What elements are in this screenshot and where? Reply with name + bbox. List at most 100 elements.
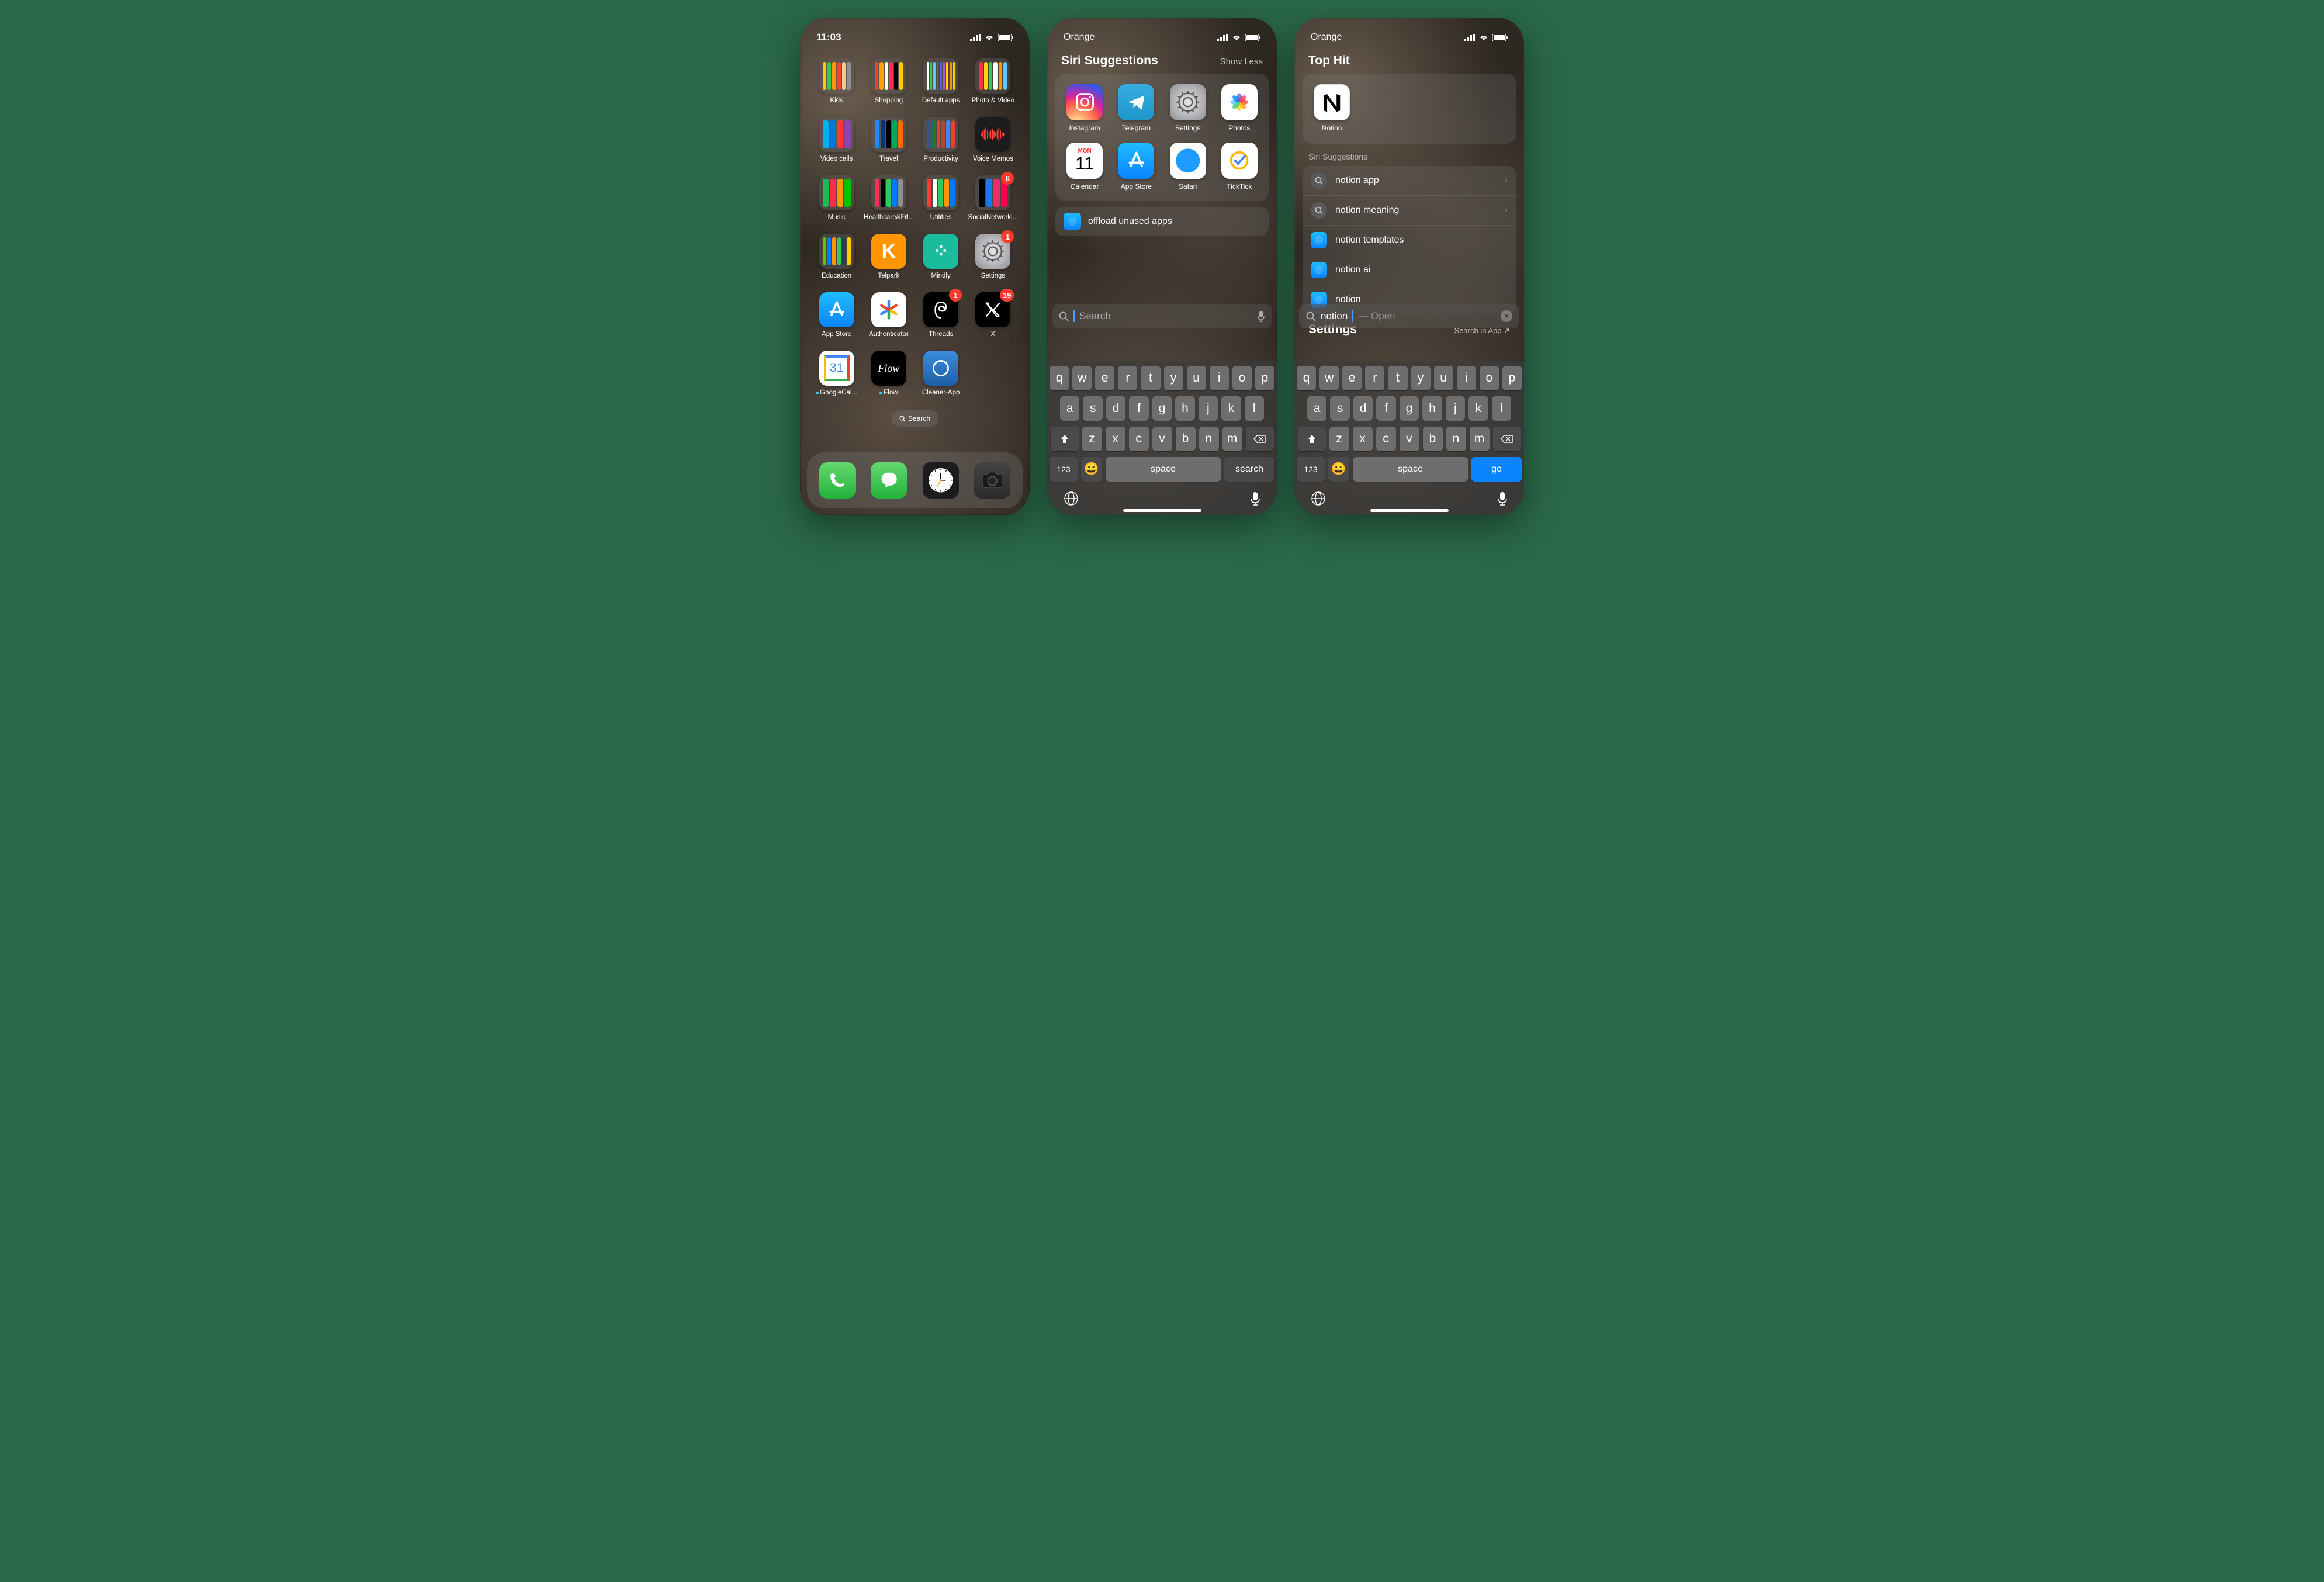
app-flow[interactable]: FlowFlow bbox=[863, 348, 915, 407]
key-g[interactable]: g bbox=[1152, 396, 1172, 421]
key-o[interactable]: o bbox=[1232, 366, 1252, 390]
key-j[interactable]: j bbox=[1446, 396, 1465, 421]
key-b[interactable]: b bbox=[1423, 427, 1443, 451]
siri-row-notion-meaning[interactable]: notion meaning› bbox=[1303, 196, 1516, 226]
siri-quick-action[interactable]: offload unused apps bbox=[1055, 207, 1269, 236]
dock-app-clock[interactable] bbox=[923, 462, 959, 499]
key-n[interactable]: n bbox=[1199, 427, 1219, 451]
key-y[interactable]: y bbox=[1411, 366, 1431, 390]
app-authenticator[interactable]: Authenticator bbox=[863, 290, 915, 348]
dock-app-messages[interactable] bbox=[871, 462, 907, 499]
search-input[interactable]: notion — Open ✕ bbox=[1299, 304, 1519, 328]
key-backspace[interactable] bbox=[1246, 427, 1274, 451]
key-r[interactable]: r bbox=[1118, 366, 1137, 390]
key-w[interactable]: w bbox=[1319, 366, 1339, 390]
key-123[interactable]: 123 bbox=[1050, 457, 1078, 482]
home-indicator[interactable] bbox=[1123, 509, 1201, 512]
key-j[interactable]: j bbox=[1199, 396, 1218, 421]
key-space[interactable]: space bbox=[1353, 457, 1468, 482]
key-m[interactable]: m bbox=[1222, 427, 1242, 451]
dictate-icon[interactable] bbox=[1497, 491, 1508, 506]
key-z[interactable]: z bbox=[1329, 427, 1349, 451]
key-h[interactable]: h bbox=[1422, 396, 1442, 421]
folder-education[interactable]: Education bbox=[811, 231, 863, 290]
sugg-app-instagram[interactable]: Instagram bbox=[1059, 82, 1110, 138]
tophit-app-notion[interactable]: Notion bbox=[1306, 82, 1357, 138]
folder-socialnetworki-[interactable]: 6SocialNetworki... bbox=[967, 173, 1019, 231]
key-d[interactable]: d bbox=[1106, 396, 1125, 421]
dock-app-camera[interactable] bbox=[974, 462, 1010, 499]
app-cleaner-app[interactable]: Cleaner-App bbox=[915, 348, 967, 407]
folder-kids[interactable]: Kids bbox=[811, 56, 863, 115]
key-a[interactable]: a bbox=[1060, 396, 1079, 421]
key-shift[interactable] bbox=[1051, 427, 1079, 451]
key-h[interactable]: h bbox=[1175, 396, 1194, 421]
key-return[interactable]: search bbox=[1224, 457, 1274, 482]
search-input[interactable]: Search bbox=[1052, 304, 1272, 328]
key-123[interactable]: 123 bbox=[1297, 457, 1325, 482]
key-y[interactable]: y bbox=[1164, 366, 1183, 390]
app-app-store[interactable]: App Store bbox=[811, 290, 863, 348]
key-z[interactable]: z bbox=[1082, 427, 1102, 451]
folder-productivity[interactable]: Productivity bbox=[915, 115, 967, 173]
app-telpark[interactable]: KTelpark bbox=[863, 231, 915, 290]
show-less-link[interactable]: Show Less bbox=[1220, 57, 1263, 67]
key-s[interactable]: s bbox=[1330, 396, 1349, 421]
key-d[interactable]: d bbox=[1353, 396, 1373, 421]
sugg-app-photos[interactable]: Photos bbox=[1214, 82, 1265, 138]
folder-travel[interactable]: Travel bbox=[863, 115, 915, 173]
clear-icon[interactable]: ✕ bbox=[1501, 310, 1512, 322]
key-shift[interactable] bbox=[1298, 427, 1326, 451]
key-e[interactable]: e bbox=[1342, 366, 1362, 390]
key-v[interactable]: v bbox=[1152, 427, 1172, 451]
key-i[interactable]: i bbox=[1210, 366, 1229, 390]
app-threads[interactable]: 1Threads bbox=[915, 290, 967, 348]
key-space[interactable]: space bbox=[1106, 457, 1221, 482]
sugg-app-calendar[interactable]: MON11Calendar bbox=[1059, 140, 1110, 196]
key-s[interactable]: s bbox=[1083, 396, 1102, 421]
dock-app-phone[interactable] bbox=[819, 462, 856, 499]
folder-utilities[interactable]: Utilities bbox=[915, 173, 967, 231]
key-x[interactable]: x bbox=[1353, 427, 1373, 451]
key-p[interactable]: p bbox=[1502, 366, 1522, 390]
sugg-app-ticktick[interactable]: TickTick bbox=[1214, 140, 1265, 196]
siri-row-notion-templates[interactable]: notion templates bbox=[1303, 226, 1516, 255]
key-n[interactable]: n bbox=[1446, 427, 1466, 451]
key-k[interactable]: k bbox=[1221, 396, 1241, 421]
key-c[interactable]: c bbox=[1129, 427, 1149, 451]
app-mindly[interactable]: ⁘Mindly bbox=[915, 231, 967, 290]
globe-icon[interactable] bbox=[1311, 491, 1326, 506]
siri-row-notion-ai[interactable]: notion ai bbox=[1303, 255, 1516, 285]
home-search-pill[interactable]: Search bbox=[892, 410, 938, 427]
key-w[interactable]: w bbox=[1072, 366, 1092, 390]
home-indicator[interactable] bbox=[1370, 509, 1449, 512]
app-settings[interactable]: 1Settings bbox=[967, 231, 1019, 290]
folder-voice-memos[interactable]: Voice Memos bbox=[967, 115, 1019, 173]
key-g[interactable]: g bbox=[1400, 396, 1419, 421]
key-t[interactable]: t bbox=[1141, 366, 1160, 390]
sugg-app-app-store[interactable]: App Store bbox=[1110, 140, 1162, 196]
key-emoji[interactable]: 😀 bbox=[1328, 457, 1349, 482]
folder-music[interactable]: Music bbox=[811, 173, 863, 231]
dictate-icon[interactable] bbox=[1250, 491, 1260, 506]
folder-healthcare-fit-[interactable]: Healthcare&Fit... bbox=[863, 173, 915, 231]
key-k[interactable]: k bbox=[1468, 396, 1488, 421]
sugg-app-safari[interactable]: Safari bbox=[1162, 140, 1214, 196]
sugg-app-settings[interactable]: Settings bbox=[1162, 82, 1214, 138]
key-c[interactable]: c bbox=[1376, 427, 1396, 451]
key-e[interactable]: e bbox=[1095, 366, 1114, 390]
key-m[interactable]: m bbox=[1470, 427, 1490, 451]
sugg-app-telegram[interactable]: Telegram bbox=[1110, 82, 1162, 138]
key-t[interactable]: t bbox=[1388, 366, 1407, 390]
key-l[interactable]: l bbox=[1492, 396, 1511, 421]
key-return[interactable]: go bbox=[1471, 457, 1522, 482]
key-v[interactable]: v bbox=[1400, 427, 1419, 451]
key-x[interactable]: x bbox=[1106, 427, 1125, 451]
key-u[interactable]: u bbox=[1434, 366, 1453, 390]
key-q[interactable]: q bbox=[1050, 366, 1069, 390]
key-p[interactable]: p bbox=[1255, 366, 1274, 390]
folder-shopping[interactable]: Shopping bbox=[863, 56, 915, 115]
app-x[interactable]: 19X bbox=[967, 290, 1019, 348]
folder-video-calls[interactable]: Video calls bbox=[811, 115, 863, 173]
globe-icon[interactable] bbox=[1064, 491, 1079, 506]
